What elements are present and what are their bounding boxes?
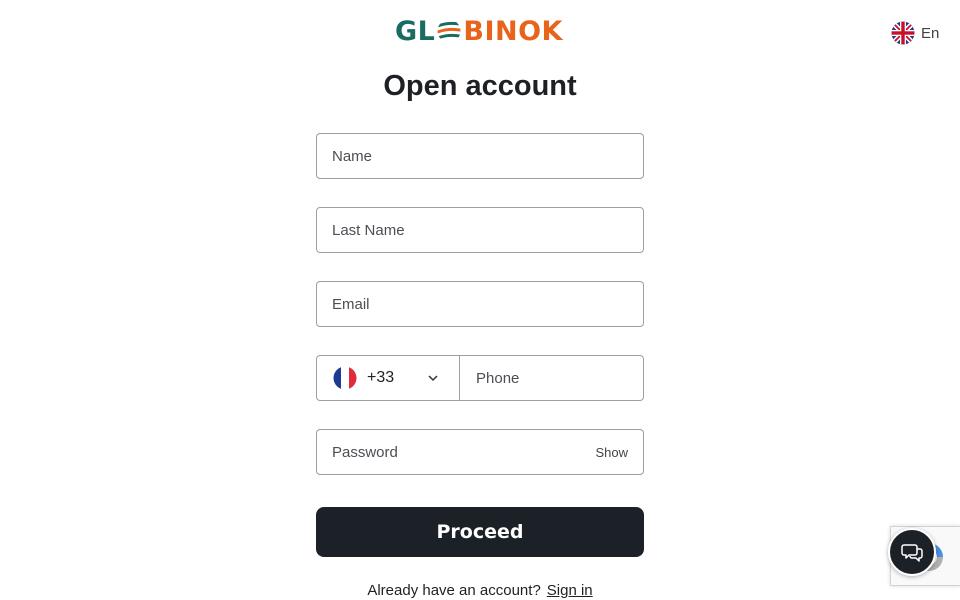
last-name-input[interactable] [317, 208, 643, 252]
uk-flag-icon [891, 21, 915, 45]
france-flag-icon [333, 366, 357, 390]
signin-link[interactable]: Sign in [547, 582, 593, 599]
email-field[interactable] [316, 281, 644, 327]
logo-text-start: GL [395, 15, 436, 47]
logo-text-end: BINOK [463, 15, 563, 47]
show-password-toggle[interactable]: Show [595, 430, 628, 474]
brand-logo[interactable]: GL BINOK [395, 14, 566, 48]
name-input[interactable] [317, 134, 643, 178]
country-code-value: +33 [367, 369, 395, 386]
signin-question: Already have an account? [367, 582, 541, 599]
chevron-down-icon [428, 375, 438, 382]
signup-page: GL BINOK En Open account Name Last Name … [0, 0, 960, 600]
phone-field-group: +33 [316, 355, 644, 401]
password-input[interactable] [317, 430, 643, 474]
chat-bubbles-icon [901, 544, 923, 562]
chat-launcher-button[interactable] [888, 528, 936, 576]
email-input[interactable] [317, 282, 643, 326]
phone-input-wrapper [460, 356, 643, 400]
signin-prompt: Already have an account? Sign in [0, 582, 960, 599]
proceed-button[interactable]: Proceed [316, 507, 644, 557]
password-field[interactable]: Show [316, 429, 644, 475]
country-code-select[interactable]: +33 [317, 356, 460, 400]
language-label: En [921, 24, 940, 42]
globe-logo-icon [437, 19, 461, 43]
language-selector[interactable]: En [891, 21, 939, 45]
name-field[interactable] [316, 133, 644, 179]
last-name-field[interactable] [316, 207, 644, 253]
phone-input[interactable] [460, 356, 643, 400]
page-title: Open account [383, 70, 577, 102]
